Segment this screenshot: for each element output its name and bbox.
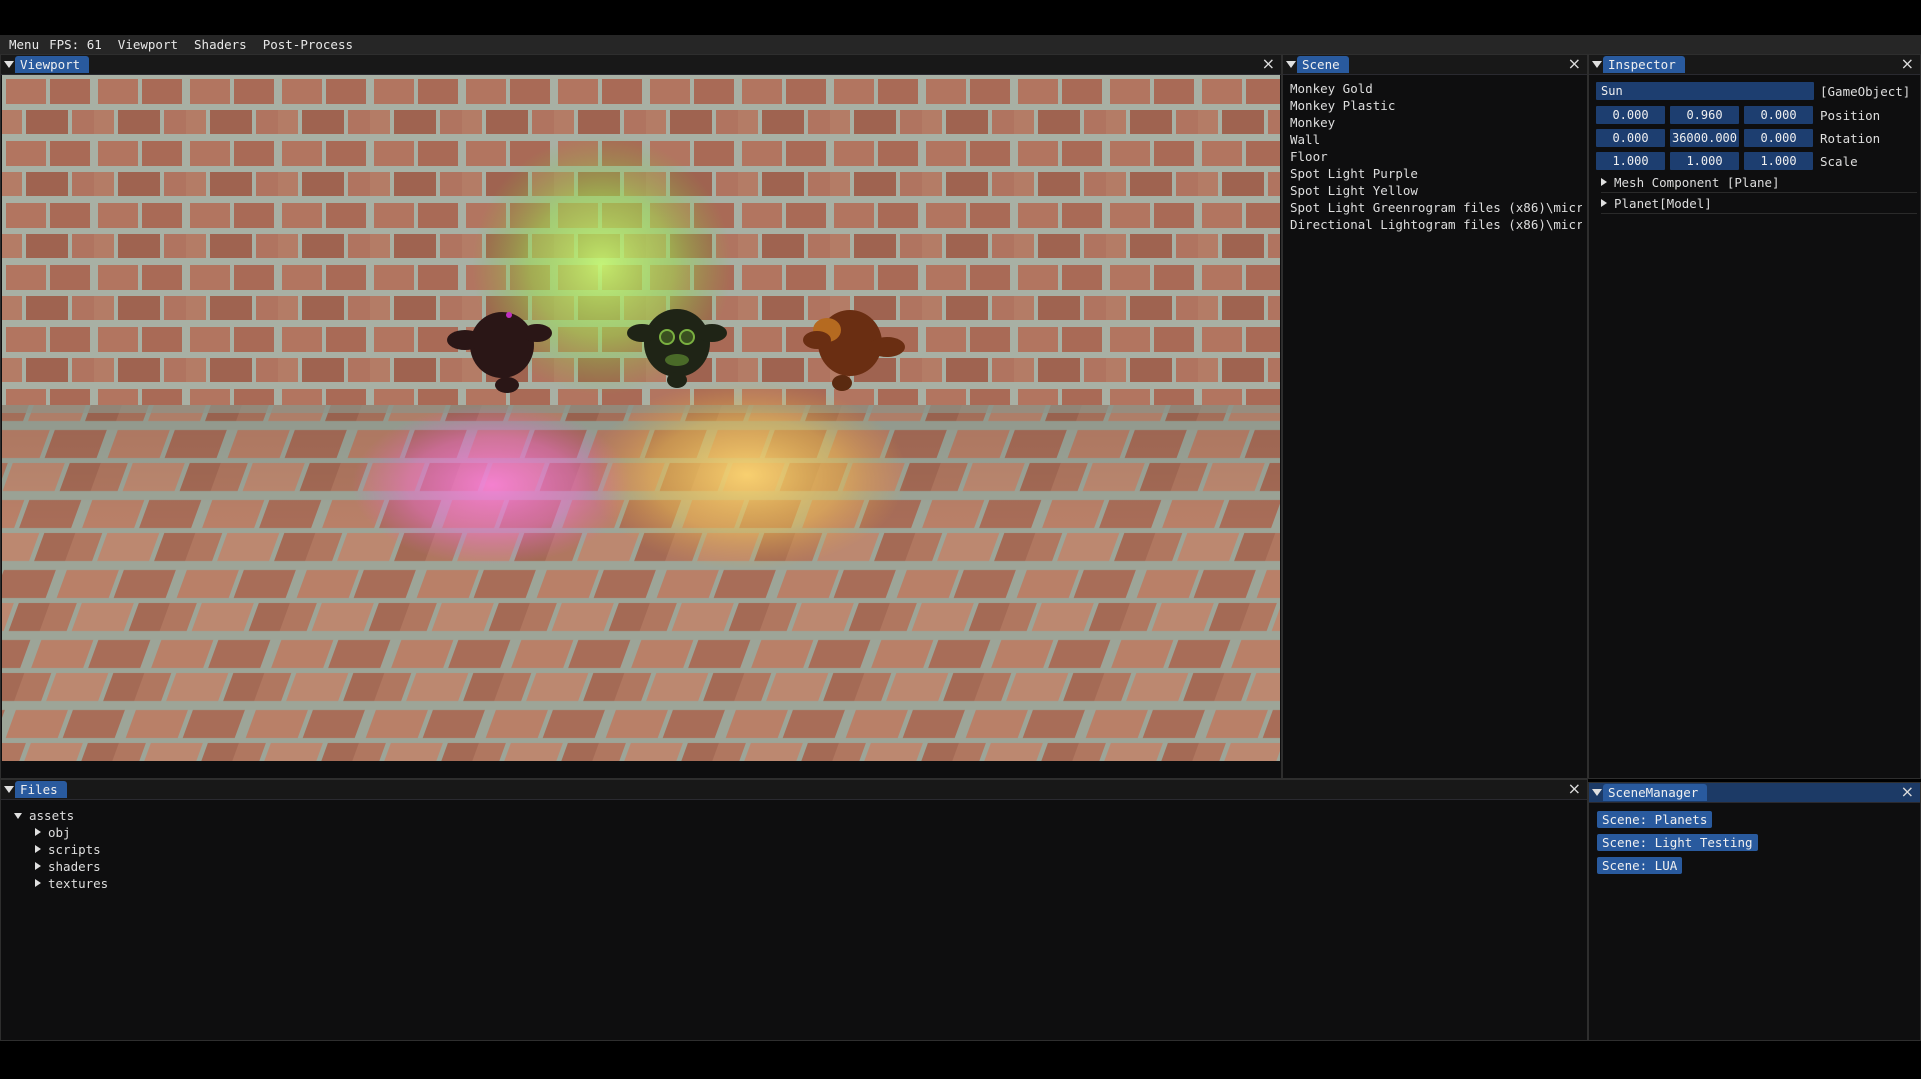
scene-item-floor[interactable]: Floor bbox=[1290, 149, 1328, 164]
scene-item-monkey[interactable]: Monkey bbox=[1290, 115, 1335, 130]
scene-item-wall[interactable]: Wall bbox=[1290, 132, 1320, 147]
scene-item-spot-light-purple[interactable]: Spot Light Purple bbox=[1290, 166, 1418, 181]
mesh-component-header[interactable]: Mesh Component [Plane] bbox=[1601, 175, 1917, 193]
collapse-triangle-icon[interactable] bbox=[1592, 61, 1602, 68]
rotation-y-field[interactable]: 36000.000 bbox=[1670, 129, 1739, 147]
viewport-panel: Viewport × bbox=[0, 54, 1282, 779]
scene-planets-button[interactable]: Scene: Planets bbox=[1597, 811, 1713, 828]
tab-inspector[interactable]: Inspector bbox=[1603, 56, 1685, 73]
collapse-triangle-icon[interactable] bbox=[1286, 61, 1296, 68]
collapse-triangle-icon[interactable] bbox=[1592, 789, 1602, 796]
files-titlebar: Files × bbox=[1, 780, 1587, 800]
close-icon[interactable]: × bbox=[1262, 56, 1275, 72]
scale-label: Scale bbox=[1820, 154, 1858, 169]
object-name-field[interactable]: Sun bbox=[1596, 82, 1814, 100]
rotation-label: Rotation bbox=[1820, 131, 1881, 146]
collapse-triangle-icon[interactable] bbox=[4, 61, 14, 68]
folder-shaders[interactable]: shaders bbox=[35, 859, 101, 874]
position-z-field[interactable]: 0.000 bbox=[1744, 106, 1813, 124]
expand-arrow-icon bbox=[35, 862, 41, 870]
collapse-triangle-icon[interactable] bbox=[4, 786, 14, 793]
menu-item-menu[interactable]: Menu bbox=[0, 37, 47, 52]
folder-textures-label: textures bbox=[48, 876, 109, 891]
scene-item-monkey-plastic[interactable]: Monkey Plastic bbox=[1290, 98, 1395, 113]
expanded-arrow-icon bbox=[14, 813, 22, 819]
main-menu-bar: Menu FPS: 61 Viewport Shaders Post-Proce… bbox=[0, 35, 1921, 54]
folder-textures[interactable]: textures bbox=[35, 876, 108, 891]
rotation-x-field[interactable]: 0.000 bbox=[1596, 129, 1665, 147]
planet-model-header[interactable]: Planet[Model] bbox=[1601, 196, 1917, 214]
folder-assets-label: assets bbox=[29, 808, 75, 823]
close-icon[interactable]: × bbox=[1901, 56, 1914, 72]
folder-shaders-label: shaders bbox=[48, 859, 101, 874]
scene-light-testing-button[interactable]: Scene: Light Testing bbox=[1597, 834, 1758, 851]
menu-item-shaders[interactable]: Shaders bbox=[186, 37, 255, 52]
menu-item-post-process[interactable]: Post-Process bbox=[255, 37, 361, 52]
files-panel: Files × assets obj scripts shaders textu… bbox=[0, 779, 1588, 1041]
position-x-field[interactable]: 0.000 bbox=[1596, 106, 1665, 124]
viewport-titlebar: Viewport × bbox=[1, 55, 1281, 75]
rotation-z-field[interactable]: 0.000 bbox=[1744, 129, 1813, 147]
position-y-field[interactable]: 0.960 bbox=[1670, 106, 1739, 124]
viewport-render[interactable] bbox=[2, 75, 1280, 761]
close-icon[interactable]: × bbox=[1901, 784, 1914, 800]
scene-panel: Scene × Monkey Gold Monkey Plastic Monke… bbox=[1282, 54, 1588, 779]
scale-y-field[interactable]: 1.000 bbox=[1670, 152, 1739, 170]
folder-obj[interactable]: obj bbox=[35, 825, 71, 840]
scene-item-spot-light-yellow[interactable]: Spot Light Yellow bbox=[1290, 183, 1418, 198]
tab-scene-manager[interactable]: SceneManager bbox=[1603, 784, 1708, 801]
scene-titlebar: Scene × bbox=[1283, 55, 1587, 75]
tab-viewport[interactable]: Viewport bbox=[15, 56, 90, 73]
position-label: Position bbox=[1820, 108, 1881, 123]
tab-files[interactable]: Files bbox=[15, 781, 67, 798]
inspector-panel: Inspector × Sun [GameObject] 0.000 0.960… bbox=[1588, 54, 1921, 779]
scale-x-field[interactable]: 1.000 bbox=[1596, 152, 1665, 170]
expand-arrow-icon bbox=[35, 879, 41, 887]
folder-scripts-label: scripts bbox=[48, 842, 101, 857]
folder-scripts[interactable]: scripts bbox=[35, 842, 101, 857]
tab-scene[interactable]: Scene bbox=[1297, 56, 1349, 73]
close-icon[interactable]: × bbox=[1568, 781, 1581, 797]
folder-obj-label: obj bbox=[48, 825, 71, 840]
fps-counter: FPS: 61 bbox=[49, 37, 102, 52]
scene-item-directional-light[interactable]: Directional Lightogram files (x86)\micro… bbox=[1290, 217, 1582, 232]
object-type-label: [GameObject] bbox=[1820, 84, 1911, 99]
close-icon[interactable]: × bbox=[1568, 56, 1581, 72]
rendered-scene-image bbox=[2, 75, 1280, 761]
menu-item-viewport[interactable]: Viewport bbox=[110, 37, 186, 52]
inspector-titlebar: Inspector × bbox=[1589, 55, 1920, 75]
scene-item-spot-light-green[interactable]: Spot Light Greenrogram files (x86)\micro… bbox=[1290, 200, 1582, 215]
folder-assets[interactable]: assets bbox=[14, 808, 74, 823]
expand-arrow-icon bbox=[1601, 178, 1607, 186]
mesh-component-label: Mesh Component [Plane] bbox=[1614, 175, 1780, 190]
scene-lua-button[interactable]: Scene: LUA bbox=[1597, 857, 1683, 874]
expand-arrow-icon bbox=[1601, 199, 1607, 207]
planet-model-label: Planet[Model] bbox=[1614, 196, 1712, 211]
scale-z-field[interactable]: 1.000 bbox=[1744, 152, 1813, 170]
expand-arrow-icon bbox=[35, 828, 41, 836]
scene-manager-panel: SceneManager × Scene: Planets Scene: Lig… bbox=[1588, 782, 1921, 1041]
scene-manager-titlebar: SceneManager × bbox=[1589, 783, 1920, 803]
expand-arrow-icon bbox=[35, 845, 41, 853]
scene-item-monkey-gold[interactable]: Monkey Gold bbox=[1290, 81, 1373, 96]
